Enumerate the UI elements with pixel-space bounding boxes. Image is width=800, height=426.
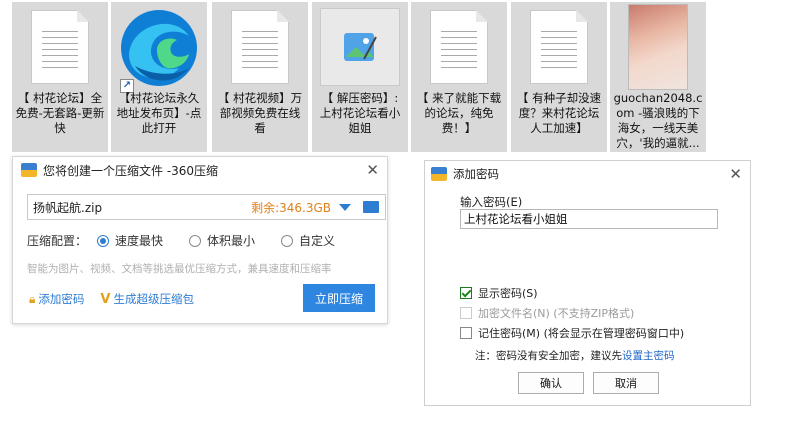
encrypt-filenames-row: 加密文件名(N) (不支持ZIP格式) — [460, 305, 634, 321]
close-icon[interactable]: ✕ — [366, 161, 379, 179]
dialog-title: 您将创建一个压缩文件 -360压缩 — [43, 163, 219, 178]
photo-thumbnail — [628, 4, 688, 90]
checkbox-disabled-icon — [460, 307, 472, 319]
desktop-file-2[interactable]: ↗ 【村花论坛永久地址发布页】-点此打开 — [111, 2, 207, 152]
super-package-link[interactable]: 生成超级压缩包 — [113, 291, 194, 307]
file-name: 【 村花视频】万部视频免费在线看 — [217, 91, 303, 135]
checkbox-unchecked-icon[interactable] — [460, 327, 472, 339]
password-input[interactable] — [460, 209, 718, 229]
file-name: 【 有种子却没速度？来村花论坛人工加速】 — [516, 91, 602, 135]
360zip-app-icon — [431, 167, 447, 181]
super-v-icon: V — [100, 291, 111, 307]
encrypt-filenames-label: 加密文件名(N) (不支持ZIP格式) — [478, 307, 635, 320]
checkbox-checked-icon[interactable] — [460, 287, 472, 299]
360zip-app-icon — [21, 163, 37, 177]
cancel-button[interactable]: 取消 — [593, 372, 659, 394]
radio-smallest[interactable]: 体积最小 — [189, 232, 255, 249]
show-password-label: 显示密码(S) — [478, 287, 538, 300]
file-name: guochan2048.com -骚浪贱的下海女，一线天美穴，'我的逼就... — [613, 91, 703, 150]
confirm-button[interactable]: 确认 — [518, 372, 584, 394]
security-note: 注：密码没有安全加密，建议先设置主密码 — [475, 348, 675, 363]
archive-path-field[interactable]: 扬帆起航.zip 剩余:346.3GB — [27, 194, 386, 220]
desktop-file-5[interactable]: 【 来了就能下载的论坛，纯免费！】 — [411, 2, 507, 152]
file-name: 【 解压密码】: 上村花论坛看小姐姐 — [319, 91, 401, 135]
dialog-titlebar: 您将创建一个压缩文件 -360压缩 ✕ — [13, 157, 387, 183]
remember-password-label: 记住密码(M) (将会显示在管理密码窗口中) — [478, 327, 685, 340]
image-file-icon — [320, 8, 400, 86]
set-master-password-link[interactable]: 设置主密码 — [622, 350, 675, 362]
radio-fastest[interactable]: 速度最快 — [97, 232, 163, 249]
desktop-file-6[interactable]: 【 有种子却没速度？来村花论坛人工加速】 — [511, 2, 607, 152]
dialog-title: 添加密码 — [453, 167, 499, 181]
desktop-file-4[interactable]: 【 解压密码】: 上村花论坛看小姐姐 — [312, 2, 408, 152]
folder-icon[interactable] — [363, 201, 379, 213]
radio-checked-icon — [97, 234, 110, 247]
bottom-links: 🔒︎ 添加密码 V 生成超级压缩包 — [29, 291, 194, 307]
desktop-file-1[interactable]: 【 村花论坛】全免费-无套路-更新快 — [12, 2, 108, 152]
lock-icon: 🔒︎ — [29, 291, 36, 306]
document-icon — [530, 10, 588, 84]
radio-label: 速度最快 — [115, 234, 164, 248]
file-name: 【 来了就能下载的论坛，纯免费！】 — [416, 91, 502, 135]
desktop-file-3[interactable]: 【 村花视频】万部视频免费在线看 — [212, 2, 308, 152]
add-password-link[interactable]: 添加密码 — [38, 291, 84, 307]
radio-label: 自定义 — [299, 234, 336, 248]
document-icon — [231, 10, 289, 84]
config-label: 压缩配置： — [27, 234, 88, 248]
add-password-dialog: 添加密码 ✕ 输入密码(E) 显示密码(S) 加密文件名(N) (不支持ZIP格… — [424, 160, 751, 406]
remember-password-row[interactable]: 记住密码(M) (将会显示在管理密码窗口中) — [460, 325, 684, 341]
dialog-titlebar: 添加密码 ✕ — [425, 161, 750, 187]
file-name: 【村花论坛永久地址发布页】-点此打开 — [116, 91, 202, 135]
password-input-label: 输入密码(E) — [460, 195, 523, 209]
compression-hint: 智能为图片、视频、文档等挑选最优压缩方式，兼具速度和压缩率 — [27, 263, 332, 275]
document-icon — [430, 10, 488, 84]
compress-now-button[interactable]: 立即压缩 — [303, 284, 375, 312]
edge-browser-icon: ↗ — [117, 6, 201, 93]
compression-config-row: 压缩配置： 速度最快 体积最小 自定义 — [27, 232, 361, 249]
show-password-row[interactable]: 显示密码(S) — [460, 285, 538, 301]
document-icon — [31, 10, 89, 84]
radio-unchecked-icon — [189, 234, 202, 247]
radio-unchecked-icon — [281, 234, 294, 247]
close-icon[interactable]: ✕ — [729, 165, 742, 183]
radio-custom[interactable]: 自定义 — [281, 232, 335, 249]
free-space-label: 剩余:346.3GB — [251, 200, 331, 215]
compress-dialog: 您将创建一个压缩文件 -360压缩 ✕ 扬帆起航.zip 剩余:346.3GB … — [12, 156, 388, 324]
note-text: 注：密码没有安全加密，建议先 — [475, 350, 622, 362]
desktop-file-7[interactable]: guochan2048.com -骚浪贱的下海女，一线天美穴，'我的逼就... — [610, 2, 706, 152]
dropdown-arrow-icon[interactable] — [339, 203, 351, 211]
radio-label: 体积最小 — [207, 234, 256, 248]
archive-filename[interactable]: 扬帆起航.zip — [28, 199, 251, 216]
file-name: 【 村花论坛】全免费-无套路-更新快 — [15, 91, 105, 135]
